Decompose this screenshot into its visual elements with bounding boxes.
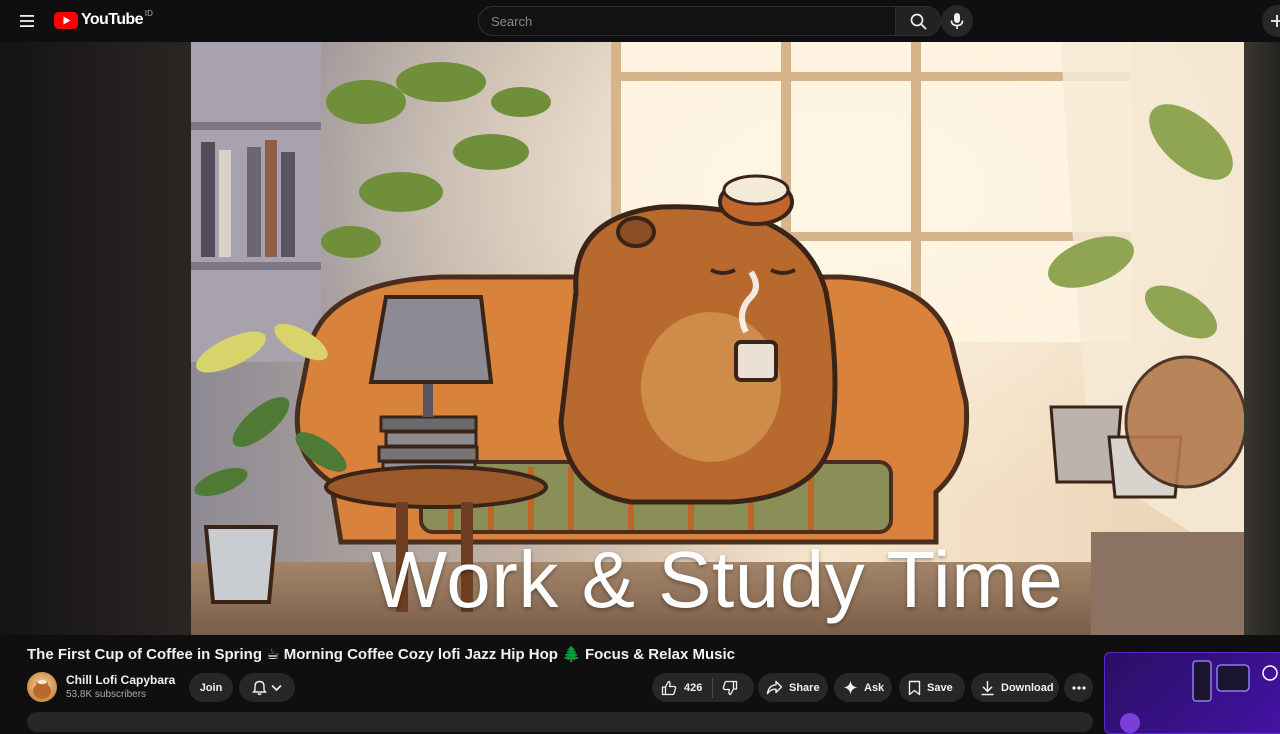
player-ambient-left [0, 42, 191, 635]
search-box [478, 6, 941, 36]
dislike-icon[interactable] [722, 680, 738, 696]
chevron-down-icon [271, 684, 282, 691]
promo-card-art [1120, 660, 1278, 733]
save-button[interactable]: Save [899, 673, 965, 702]
notification-bell-button[interactable] [239, 673, 295, 702]
bookmark-icon [908, 680, 921, 695]
like-count[interactable]: 426 [684, 682, 702, 694]
ask-label: Ask [864, 681, 885, 694]
join-label: Join [199, 681, 223, 694]
join-button[interactable]: Join [189, 673, 233, 702]
player-ambient-right [1244, 42, 1280, 635]
save-label: Save [927, 681, 953, 694]
search-input[interactable] [478, 6, 895, 36]
ask-button[interactable]: Ask [834, 673, 892, 702]
download-label: Download [1001, 681, 1054, 694]
menu-icon [20, 15, 34, 27]
more-actions-button[interactable] [1064, 673, 1093, 702]
masthead: YouTube ID [0, 0, 1280, 42]
bell-icon [252, 680, 267, 695]
voice-search-button[interactable] [941, 5, 973, 37]
like-icon[interactable] [661, 680, 677, 696]
video-title: The First Cup of Coffee in Spring ☕ Morn… [27, 646, 735, 663]
create-button[interactable] [1262, 5, 1280, 37]
promo-card[interactable] [1104, 652, 1280, 734]
channel-owner: Chill Lofi Capybara 53.8K subscribers [27, 671, 175, 703]
share-button[interactable]: Share [758, 673, 828, 702]
download-icon [981, 680, 994, 695]
logo-wordmark: YouTube [81, 11, 143, 28]
capybara-avatar-icon [33, 680, 51, 699]
video-overlay-title: Work & Study Time [371, 535, 1064, 624]
video-player[interactable]: Work & Study Time [0, 42, 1280, 635]
youtube-play-icon [54, 11, 78, 29]
more-horizontal-icon [1071, 685, 1086, 690]
share-icon [766, 680, 783, 695]
subscriber-count: 53.8K subscribers [66, 689, 147, 700]
country-code: ID [144, 8, 153, 18]
search-icon [910, 13, 926, 29]
youtube-logo[interactable]: YouTube ID [54, 8, 153, 29]
channel-name[interactable]: Chill Lofi Capybara [66, 673, 175, 688]
sparkle-icon [843, 680, 858, 695]
description-box[interactable] [27, 712, 1093, 732]
like-divider [712, 677, 714, 698]
guide-menu-button[interactable] [10, 4, 44, 38]
search-button[interactable] [895, 6, 941, 36]
create-icon [1271, 15, 1280, 27]
mic-icon [950, 13, 964, 29]
download-button[interactable]: Download [971, 673, 1059, 702]
channel-avatar[interactable] [27, 672, 57, 702]
share-label: Share [789, 681, 820, 694]
like-dislike-group: 426 [652, 673, 754, 702]
